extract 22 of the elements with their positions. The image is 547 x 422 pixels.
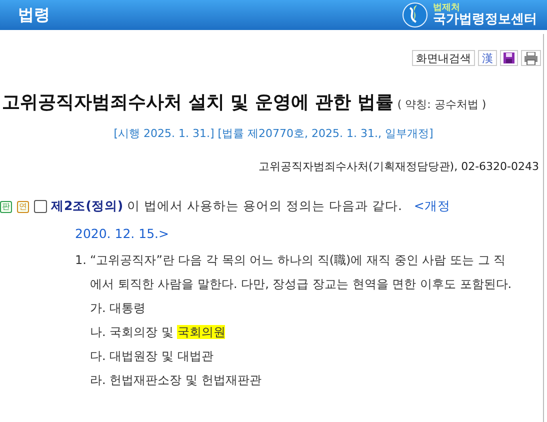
clause-number: 1. xyxy=(75,252,88,269)
clause-item: 나. 국회의장 및 국회의원 xyxy=(89,324,226,341)
clause-item: 가. 대통령 xyxy=(89,300,147,317)
agency-name: 법제처 xyxy=(433,4,461,13)
clause-text: “고위공직자”란 다음 각 목의 어느 하나의 직(職)에 재직 중인 사람 또는 그 직에서 퇴직한 사람을 말한다. 다만, 장성급 장교는 현역을 면한 이후도 포함된다. xyxy=(90,252,513,293)
clause-item: 다. 대법원장 및 대법관 xyxy=(89,348,214,365)
article-text: 제2조(정의) 이 법에서 사용하는 용어의 정의는 다음과 같다. <개정 2020. 12. 15.> xyxy=(51,198,450,241)
header-title: 법령 xyxy=(18,4,50,26)
save-button[interactable] xyxy=(500,50,518,66)
tag-badge[interactable]: 판 xyxy=(0,200,12,213)
site-name: 국가법령정보센터 xyxy=(433,13,537,26)
clause-item: 라. 헌법재판소장 및 헌법재판관 xyxy=(89,372,262,389)
hanja-button[interactable]: 漢 xyxy=(478,50,497,66)
contact-info: 고위공직자범죄수사처(기획재정담당관), 02-6320-0243 xyxy=(258,159,540,174)
law-abbreviation: ( 약칭: 공수처법 ) xyxy=(397,98,486,111)
enforcement-info: [시행 2025. 1. 31.] [법률 제20770호, 2025. 1. 31., 일부개정] xyxy=(112,126,434,141)
print-button[interactable] xyxy=(521,50,541,66)
law-title: 고위공직자범죄수사처 설치 및 운영에 관한 법률 xyxy=(2,92,394,113)
tag-badge[interactable]: 연 xyxy=(17,200,29,213)
in-page-search-button[interactable]: 화면내검색 xyxy=(412,50,475,66)
swirl-logo-icon xyxy=(402,2,428,28)
checkbox[interactable] xyxy=(34,200,47,214)
